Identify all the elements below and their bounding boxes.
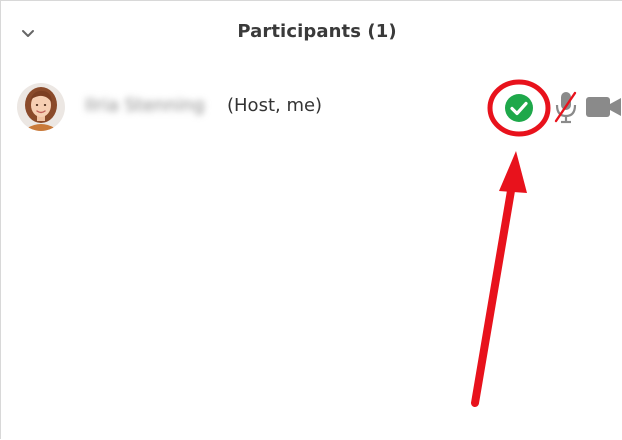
panel-title: Participants (1): [237, 21, 397, 42]
video-camera-button[interactable]: [585, 95, 622, 119]
ready-status: [487, 79, 553, 137]
mic-muted-icon: [554, 91, 577, 124]
participant-name: Ilria Stenning: [85, 95, 205, 116]
participant-row[interactable]: Ilria Stenning (Host, me): [1, 77, 622, 139]
annotation-arrow: [471, 151, 527, 407]
video-camera-icon: [586, 97, 621, 117]
participant-role: (Host, me): [227, 95, 323, 116]
green-check-icon: [505, 94, 533, 122]
avatar: [17, 83, 65, 131]
participants-panel: Participants (1) Ilria Stenning (Host, m…: [0, 0, 622, 439]
panel-header: Participants (1): [1, 1, 622, 63]
mic-muted-button[interactable]: [553, 89, 579, 125]
